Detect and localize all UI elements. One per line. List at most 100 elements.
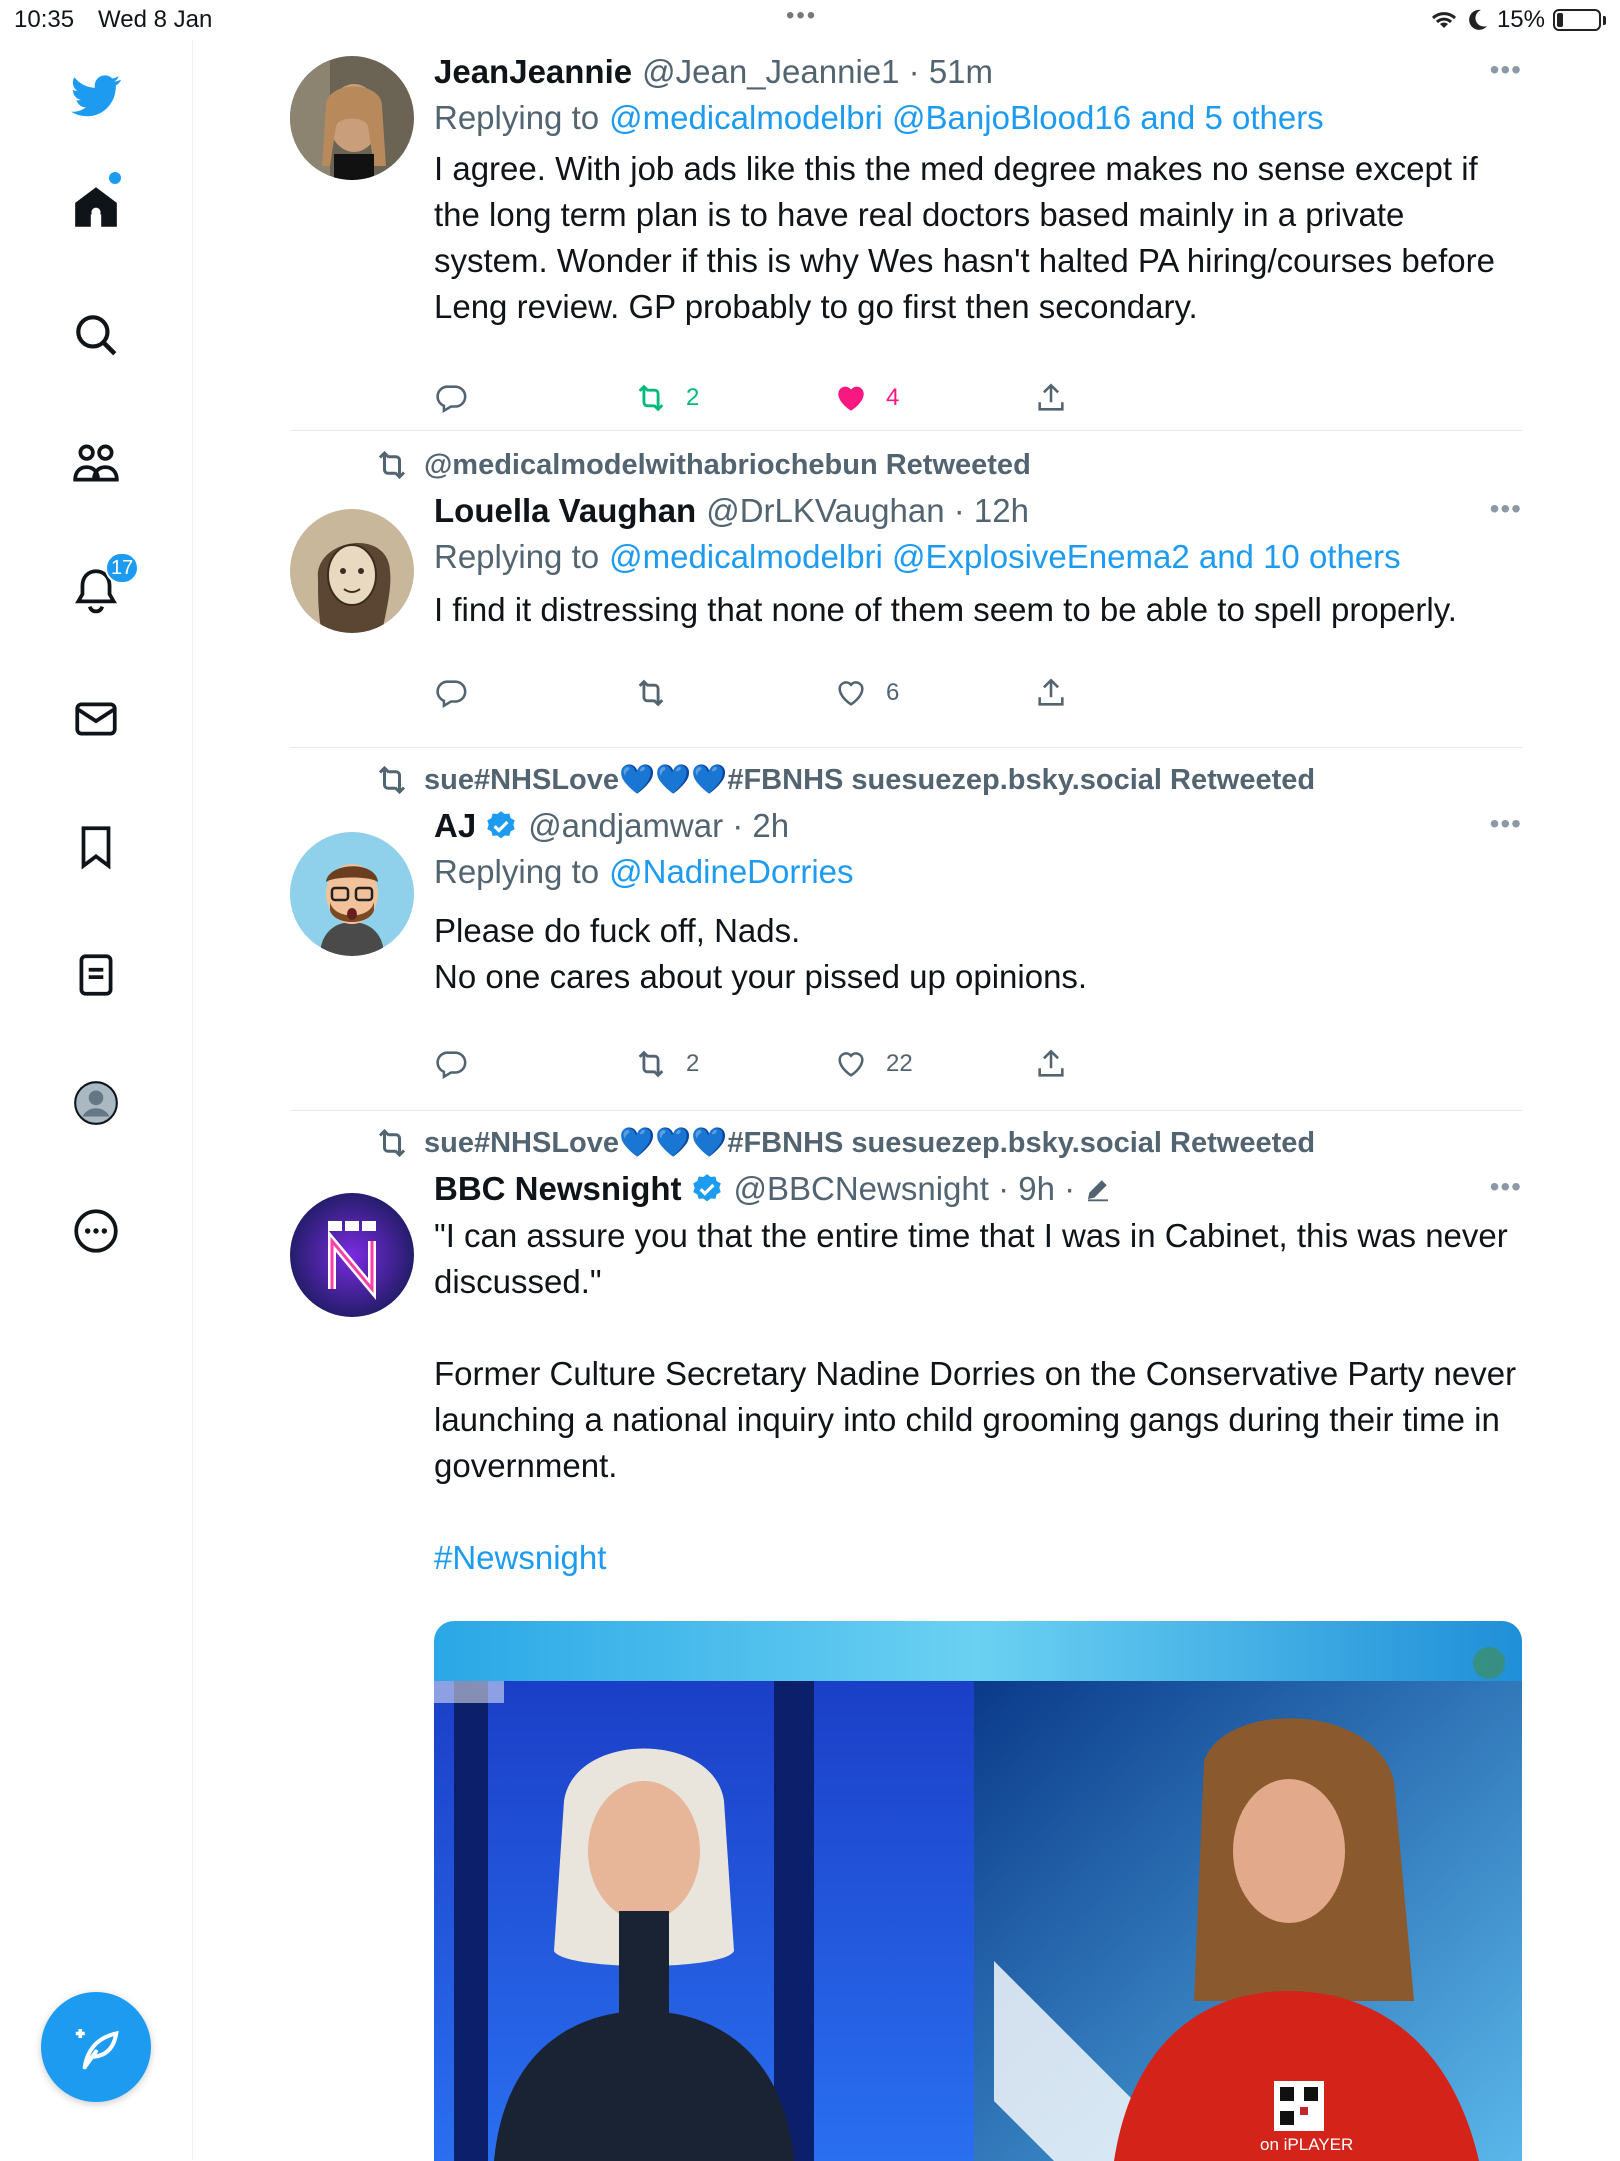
twitter-logo-icon[interactable]: [61, 60, 131, 130]
verified-badge-icon: [487, 811, 515, 839]
tweet-video-media[interactable]: on iPLAYER: [434, 1621, 1522, 2161]
avatar[interactable]: [290, 509, 414, 633]
retweeted-context[interactable]: sue#NHSLove💙💙💙#FBNHS suesuezep.bsky.soci…: [374, 1125, 1315, 1161]
share-button[interactable]: [1034, 376, 1068, 420]
reply-icon: [436, 680, 467, 709]
compose-feather-icon: [75, 2029, 119, 2070]
share-button[interactable]: [1034, 1042, 1068, 1086]
tweet-header: Louella Vaughan @DrLKVaughan · 12h: [434, 489, 1522, 533]
retweet-context-icon: [378, 450, 406, 480]
tweet-more-icon[interactable]: •••: [1490, 493, 1522, 525]
retweet-context-icon: [378, 1128, 406, 1158]
tweet-more-icon[interactable]: •••: [1490, 54, 1522, 86]
battery-percent: 15%: [1496, 6, 1545, 33]
retweet-button[interactable]: [634, 671, 686, 715]
display-name[interactable]: AJ: [434, 807, 476, 845]
tweet-text: I agree. With job ads like this the med …: [434, 150, 1505, 325]
tweet-body: "I can assure you that the entire time t…: [434, 1217, 1517, 1484]
share-icon: [1038, 383, 1064, 411]
replying-to: Replying to @medicalmodelbri @BanjoBlood…: [434, 94, 1522, 142]
avatar[interactable]: [290, 56, 414, 180]
replying-to-links[interactable]: @medicalmodelbri @ExplosiveEnema2 and 10…: [609, 538, 1401, 576]
share-button[interactable]: [1034, 671, 1068, 715]
avatar[interactable]: [290, 832, 414, 956]
tweet[interactable]: JeanJeannie @Jean_Jeannie1 · 51m Replyin…: [290, 40, 1522, 431]
tweet-more-icon[interactable]: •••: [1490, 1171, 1522, 1203]
replying-to: Replying to @medicalmodelbri @ExplosiveE…: [434, 533, 1522, 581]
tweet-header: JeanJeannie @Jean_Jeannie1 · 51m: [434, 50, 1522, 94]
home-unread-dot: [109, 172, 121, 184]
display-name[interactable]: BBC Newsnight: [434, 1170, 682, 1208]
handle-time[interactable]: @DrLKVaughan · 12h: [706, 492, 1029, 530]
bookmarks-icon[interactable]: [61, 812, 131, 882]
status-bar: 10:35 Wed 8 Jan ••• 15%: [0, 0, 1620, 40]
status-indicators: 15%: [1429, 4, 1606, 36]
reply-button[interactable]: [434, 376, 486, 420]
edited-pencil-icon[interactable]: [1083, 1174, 1113, 1204]
tweet[interactable]: @medicalmodelwithabriochebun Retweeted L…: [290, 431, 1522, 748]
moon-icon: [1469, 9, 1487, 30]
tweet-actions: 6: [434, 671, 1134, 715]
compose-tweet-button[interactable]: [41, 1992, 151, 2102]
replying-to-links[interactable]: @medicalmodelbri @BanjoBlood16 and 5 oth…: [609, 99, 1324, 137]
tweet-header: AJ @andjamwar · 2h: [434, 804, 1522, 848]
notifications-bell-icon[interactable]: 17: [61, 552, 140, 626]
like-button[interactable]: 6: [834, 671, 899, 715]
search-icon[interactable]: [61, 300, 131, 370]
verified-badge-icon: [692, 1174, 721, 1202]
timeline-feed: JeanJeannie @Jean_Jeannie1 · 51m Replyin…: [290, 40, 1522, 2161]
tweet-actions: 2 4: [434, 376, 1134, 420]
replying-prefix: Replying to: [434, 853, 600, 890]
battery-cap: [1603, 15, 1606, 25]
display-name[interactable]: JeanJeannie: [434, 53, 632, 91]
like-count: 6: [886, 679, 900, 706]
communities-icon[interactable]: [61, 428, 131, 498]
reply-icon: [436, 1051, 467, 1080]
tweet[interactable]: sue#NHSLove💙💙💙#FBNHS suesuezep.bsky.soci…: [290, 1111, 1522, 2161]
multitasking-dots-icon[interactable]: •••: [786, 2, 817, 30]
like-button[interactable]: 4: [834, 376, 899, 420]
sidebar-nav: 17: [0, 40, 193, 2160]
reply-button[interactable]: [434, 671, 486, 715]
notifications-badge: 17: [105, 552, 140, 584]
tweet-header: BBC Newsnight @BBCNewsnight · 9h ·: [434, 1167, 1522, 1211]
like-count: 4: [886, 384, 900, 411]
like-count: 22: [886, 1050, 913, 1077]
heart-filled-icon: [838, 386, 864, 411]
wifi-icon: [1431, 12, 1456, 28]
lists-icon[interactable]: [61, 940, 131, 1010]
bbc-newsnight-avatar[interactable]: [290, 1193, 414, 1317]
tweet[interactable]: sue#NHSLove💙💙💙#FBNHS suesuezep.bsky.soci…: [290, 748, 1522, 1111]
retweet-icon: [638, 1050, 664, 1078]
tweet-text: I find it distressing that none of them …: [434, 591, 1457, 628]
status-time: 10:35: [14, 6, 75, 33]
handle-time[interactable]: @Jean_Jeannie1 · 51m: [642, 53, 993, 91]
reply-button[interactable]: [434, 1042, 486, 1086]
like-button[interactable]: 22: [834, 1042, 913, 1086]
heart-icon: [838, 681, 864, 706]
retweeted-context[interactable]: @medicalmodelwithabriochebun Retweeted: [374, 447, 1031, 483]
share-icon: [1038, 1049, 1064, 1077]
tweet-more-icon[interactable]: •••: [1490, 808, 1522, 840]
retweet-button[interactable]: 2: [634, 1042, 699, 1086]
profile-avatar-icon[interactable]: [61, 1068, 131, 1138]
iplayer-caption: on iPLAYER: [1260, 2135, 1354, 2154]
handle-time[interactable]: @BBCNewsnight · 9h ·: [734, 1170, 1076, 1208]
reply-icon: [436, 385, 467, 414]
more-options-icon[interactable]: [61, 1196, 131, 1266]
retweeted-context[interactable]: sue#NHSLove💙💙💙#FBNHS suesuezep.bsky.soci…: [374, 762, 1315, 798]
messages-envelope-icon[interactable]: [61, 684, 131, 754]
share-icon: [1038, 678, 1064, 706]
status-date: Wed 8 Jan: [98, 6, 213, 33]
home-icon[interactable]: [61, 172, 131, 242]
battery-level: [1557, 13, 1563, 27]
hashtag-link[interactable]: #Newsnight: [434, 1539, 606, 1576]
replying-to: Replying to @NadineDorries: [434, 848, 1522, 896]
heart-icon: [838, 1052, 864, 1077]
handle-time[interactable]: @andjamwar · 2h: [528, 807, 789, 845]
retweet-button[interactable]: 2: [634, 376, 699, 420]
replying-to-links[interactable]: @NadineDorries: [609, 853, 853, 891]
display-name[interactable]: Louella Vaughan: [434, 492, 696, 530]
retweet-context-icon: [378, 765, 406, 795]
replying-prefix: Replying to: [434, 99, 600, 136]
